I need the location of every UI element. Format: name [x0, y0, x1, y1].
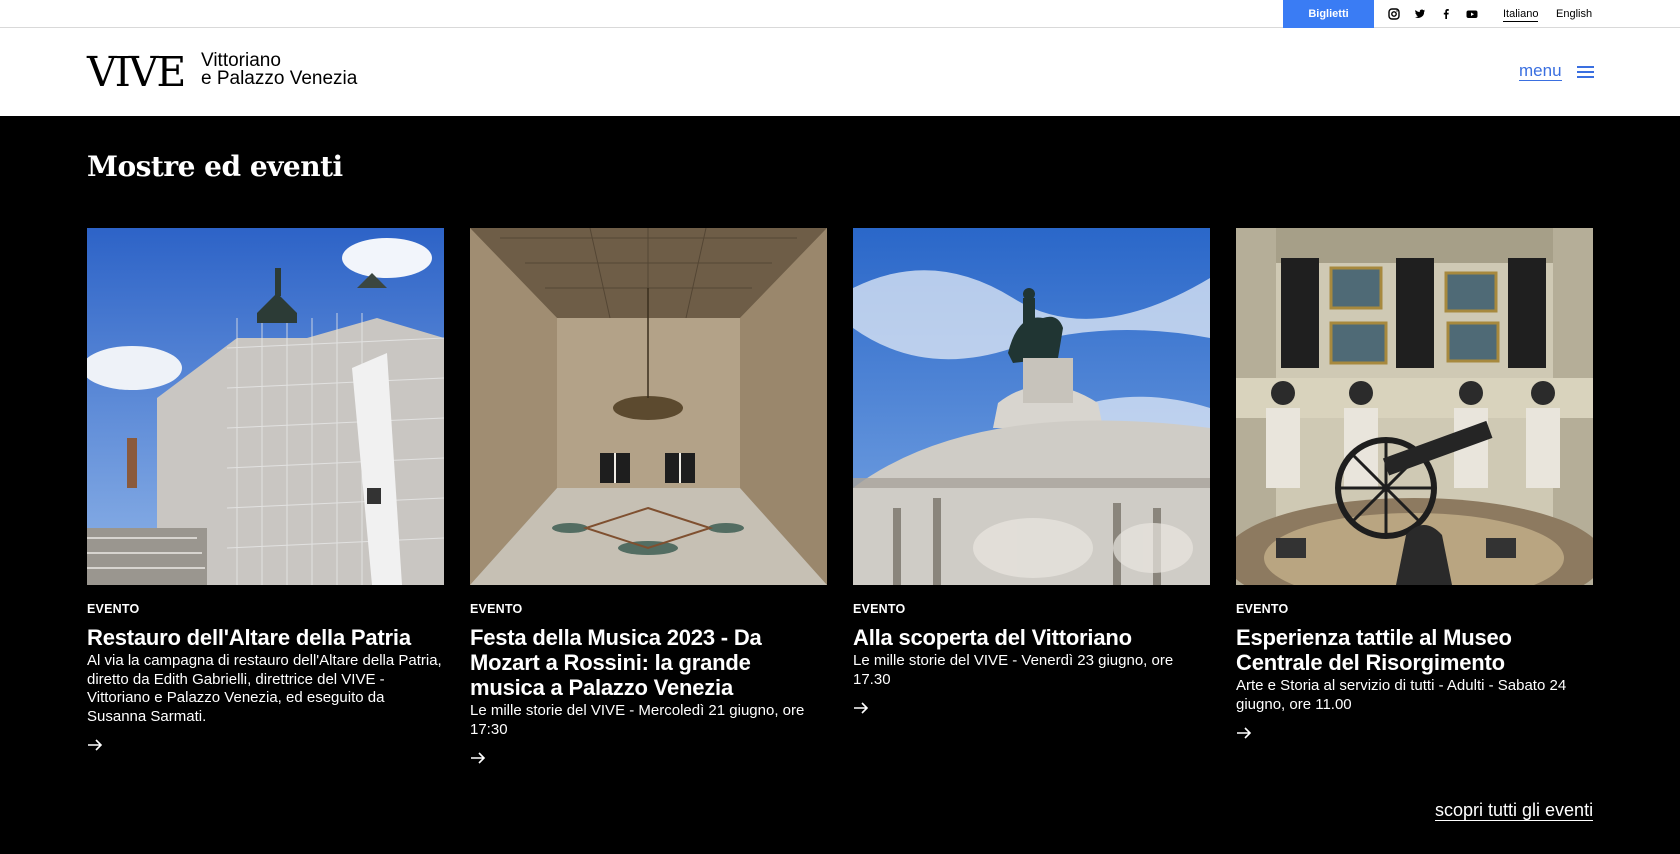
event-card[interactable]: EVENTO Alla scoperta del Vittoriano Le m…	[853, 228, 1210, 715]
tickets-button[interactable]: Biglietti	[1283, 0, 1374, 28]
event-image[interactable]	[1236, 228, 1593, 585]
youtube-icon[interactable]	[1465, 7, 1479, 21]
language-english[interactable]: English	[1556, 8, 1592, 20]
instagram-icon[interactable]	[1387, 7, 1401, 21]
event-description: Al via la campagna di restauro dell'Alta…	[87, 652, 442, 725]
twitter-icon[interactable]	[1413, 7, 1427, 21]
event-card[interactable]: EVENTO Esperienza tattile al Museo Centr…	[1236, 228, 1593, 740]
event-description: Arte e Storia al servizio di tutti - Adu…	[1236, 677, 1567, 713]
event-card[interactable]: EVENTO Restauro dell'Altare della Patria…	[87, 228, 444, 752]
event-title[interactable]: Alla scoperta del Vittoriano	[853, 625, 1210, 650]
event-tag: EVENTO	[470, 602, 523, 616]
menu-button[interactable]: menu	[1519, 62, 1562, 81]
site-header: VIVE Vittoriano e Palazzo Venezia menu	[0, 28, 1680, 116]
page-title: Mostre ed eventi	[87, 150, 343, 183]
arrow-right-icon[interactable]	[470, 751, 486, 765]
logo-subtitle[interactable]: Vittoriano e Palazzo Venezia	[201, 51, 358, 89]
event-title[interactable]: Festa della Musica 2023 - Da Mozart a Ro…	[470, 625, 827, 700]
arrow-right-icon[interactable]	[1236, 726, 1252, 740]
arrow-right-icon[interactable]	[853, 701, 869, 715]
utility-bar: Biglietti Italiano English	[0, 0, 1680, 28]
event-description: Le mille storie del VIVE - Mercoledì 21 …	[470, 702, 805, 738]
all-events-link[interactable]: scopri tutti gli eventi	[1435, 800, 1594, 821]
logo-vive[interactable]: VIVE	[87, 50, 186, 94]
event-card[interactable]: EVENTO Festa della Musica 2023 - Da Moza…	[470, 228, 827, 765]
event-image[interactable]	[853, 228, 1210, 585]
event-image[interactable]	[87, 228, 444, 585]
event-tag: EVENTO	[87, 602, 140, 616]
language-italiano[interactable]: Italiano	[1503, 8, 1539, 22]
event-title[interactable]: Restauro dell'Altare della Patria	[87, 625, 444, 650]
facebook-icon[interactable]	[1439, 7, 1453, 21]
event-image[interactable]	[470, 228, 827, 585]
event-description: Le mille storie del VIVE - Venerdì 23 gi…	[853, 652, 1174, 688]
event-title[interactable]: Esperienza tattile al Museo Centrale del…	[1236, 625, 1593, 675]
logo-line-2: e Palazzo Venezia	[201, 68, 358, 89]
event-tag: EVENTO	[1236, 602, 1289, 616]
arrow-right-icon[interactable]	[87, 738, 103, 752]
event-tag: EVENTO	[853, 602, 906, 616]
hamburger-icon[interactable]	[1577, 66, 1594, 79]
